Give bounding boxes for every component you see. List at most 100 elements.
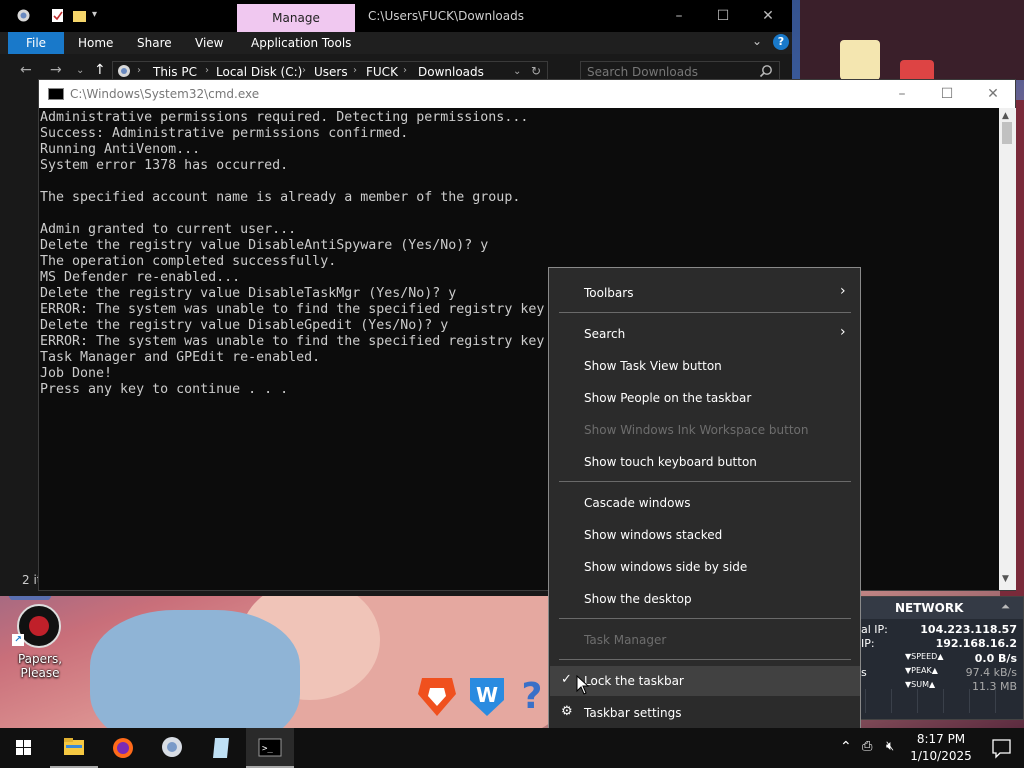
refresh-icon[interactable]: ↻ [531, 64, 541, 78]
start-button[interactable] [0, 728, 48, 768]
menu-divider [559, 481, 851, 482]
tab-home[interactable]: Home [78, 32, 113, 54]
network-graph [865, 689, 1015, 713]
taskbar-notepad[interactable] [197, 728, 245, 768]
menu-item-show-people[interactable]: Show People on the taskbar [550, 383, 860, 413]
menu-item-label: Show Task View button [584, 359, 722, 373]
submenu-arrow-icon: › [840, 283, 846, 299]
menu-item-search[interactable]: Search › [550, 319, 860, 349]
address-dropdown-icon[interactable]: ⌄ [513, 66, 521, 77]
brave-browser-icon[interactable] [416, 672, 458, 718]
clock-time: 8:17 PM [916, 732, 966, 746]
net-row-value: 0.0 B/s [974, 652, 1017, 665]
menu-divider [559, 659, 851, 660]
back-arrow-icon[interactable]: ← [20, 62, 32, 78]
breadcrumb-separator-icon[interactable]: › [137, 65, 141, 76]
taskbar[interactable]: >_ ⌃ ⎙ 🔇︎ 8:17 PM 1/10/2025 [0, 728, 1024, 768]
net-row-key: al IP: [861, 623, 888, 636]
properties-icon[interactable] [50, 8, 65, 23]
menu-item-show-task-view[interactable]: Show Task View button [550, 351, 860, 381]
breadcrumb-user-folder[interactable]: FUCK [366, 65, 398, 79]
network-monitor-widget[interactable]: NETWORK ⏶ al IP: 104.223.118.57 IP: 192.… [860, 596, 1024, 720]
maximize-button[interactable]: ☐ [927, 84, 967, 104]
breadcrumb-separator-icon[interactable]: › [403, 65, 407, 76]
action-center-button[interactable] [980, 728, 1024, 768]
scroll-up-icon[interactable]: ▲ [1002, 111, 1009, 121]
menu-item-show-desktop[interactable]: Show the desktop [550, 584, 860, 614]
menu-item-label: Show People on the taskbar [584, 391, 752, 405]
taskbar-cmd[interactable]: >_ [246, 728, 294, 768]
expand-ribbon-icon[interactable]: ⌄ [752, 34, 762, 48]
desktop-shortcut-papers-please[interactable]: ↗ Papers, Please [0, 600, 80, 680]
menu-item-show-windows-stacked[interactable]: Show windows stacked [550, 520, 860, 550]
menu-item-task-manager: Task Manager [550, 625, 860, 655]
network-tray-icon[interactable]: ⎙ [862, 739, 872, 754]
breadcrumb-users[interactable]: Users [314, 65, 348, 79]
help-question-icon[interactable]: ? [518, 672, 546, 718]
close-button[interactable]: ✕ [753, 6, 783, 26]
notepad-icon [213, 738, 229, 758]
console-line: System error 1378 has occurred. [40, 158, 289, 173]
tab-view[interactable]: View [195, 32, 223, 54]
net-row-value: 192.168.16.2 [935, 637, 1017, 650]
menu-divider [559, 312, 851, 313]
close-button[interactable]: ✕ [973, 84, 1013, 104]
scroll-down-icon[interactable]: ▼ [1002, 574, 1009, 584]
breadcrumb-this-pc[interactable]: This PC [153, 65, 197, 79]
menu-item-show-windows-side-by-side[interactable]: Show windows side by side [550, 552, 860, 582]
taskbar-disk-utility[interactable] [148, 728, 196, 768]
menu-item-label: Show Windows Ink Workspace button [584, 423, 809, 437]
taskbar-firefox[interactable] [99, 728, 147, 768]
scroll-thumb[interactable] [1002, 122, 1012, 144]
tab-file[interactable]: File [8, 32, 64, 54]
show-hidden-icons-chevron-icon[interactable]: ⌃ [840, 739, 852, 755]
net-row-key: IP: [861, 637, 875, 650]
navigation-pane[interactable] [0, 86, 38, 596]
minimize-button[interactable]: – [882, 84, 922, 104]
breadcrumb-local-disk[interactable]: Local Disk (C:) [216, 65, 302, 79]
folder-icon [64, 738, 84, 755]
tab-application-tools[interactable]: Application Tools [251, 32, 351, 54]
help-icon[interactable]: ? [773, 34, 789, 50]
disk-icon [162, 737, 182, 757]
submenu-arrow-icon: › [840, 324, 846, 340]
breadcrumb-separator-icon[interactable]: › [205, 65, 209, 76]
up-arrow-icon[interactable]: ↑ [94, 62, 106, 78]
recent-locations-chevron-icon[interactable]: ⌄ [76, 65, 84, 76]
clock-date: 1/10/2025 [910, 749, 972, 763]
minimize-button[interactable]: – [664, 6, 694, 26]
volume-muted-icon[interactable]: 🔇︎ [886, 739, 894, 754]
tab-manage[interactable]: Manage [237, 4, 355, 32]
new-folder-icon[interactable] [72, 8, 87, 23]
breadcrumb-downloads[interactable]: Downloads [418, 65, 484, 79]
wise-care-icon[interactable]: W [466, 672, 508, 718]
menu-item-show-touch-keyboard[interactable]: Show touch keyboard button [550, 447, 860, 477]
net-row-metric: ▼PEAK▲ [905, 666, 938, 675]
console-scrollbar[interactable]: ▲ ▼ [999, 108, 1016, 590]
cmd-app-icon[interactable] [48, 88, 64, 100]
menu-item-cascade-windows[interactable]: Cascade windows [550, 488, 860, 518]
breadcrumb-separator-icon[interactable]: › [353, 65, 357, 76]
menu-item-label: Show windows stacked [584, 528, 723, 542]
maximize-button[interactable]: ☐ [708, 6, 738, 26]
system-clock[interactable]: 8:17 PM 1/10/2025 [908, 731, 974, 765]
net-row-external-ip: al IP: 104.223.118.57 [861, 623, 1023, 637]
taskbar-file-explorer[interactable] [50, 728, 98, 768]
menu-item-taskbar-settings[interactable]: ⚙ Taskbar settings [550, 698, 860, 728]
cmd-title-bar[interactable]: C:\Windows\System32\cmd.exe – ☐ ✕ [39, 80, 1015, 108]
explorer-title-path: C:\Users\FUCK\Downloads [368, 9, 524, 23]
gear-icon: ⚙ [561, 704, 573, 719]
net-row-local-ip: IP: 192.168.16.2 [861, 637, 1023, 651]
tab-share[interactable]: Share [137, 32, 172, 54]
svg-text:>_: >_ [262, 744, 273, 754]
console-line: Administrative permissions required. Det… [40, 110, 529, 125]
menu-item-toolbars[interactable]: Toolbars › [550, 278, 860, 308]
forward-arrow-icon[interactable]: → [50, 62, 62, 78]
collapse-arrow-icon[interactable]: ⏶ [1001, 600, 1010, 614]
menu-item-lock-taskbar[interactable]: ✓ Lock the taskbar [550, 666, 860, 696]
quick-access-dropdown-icon[interactable]: ▾ [92, 9, 107, 24]
breadcrumb-separator-icon[interactable]: › [302, 65, 306, 76]
windows-logo-icon [16, 740, 31, 755]
